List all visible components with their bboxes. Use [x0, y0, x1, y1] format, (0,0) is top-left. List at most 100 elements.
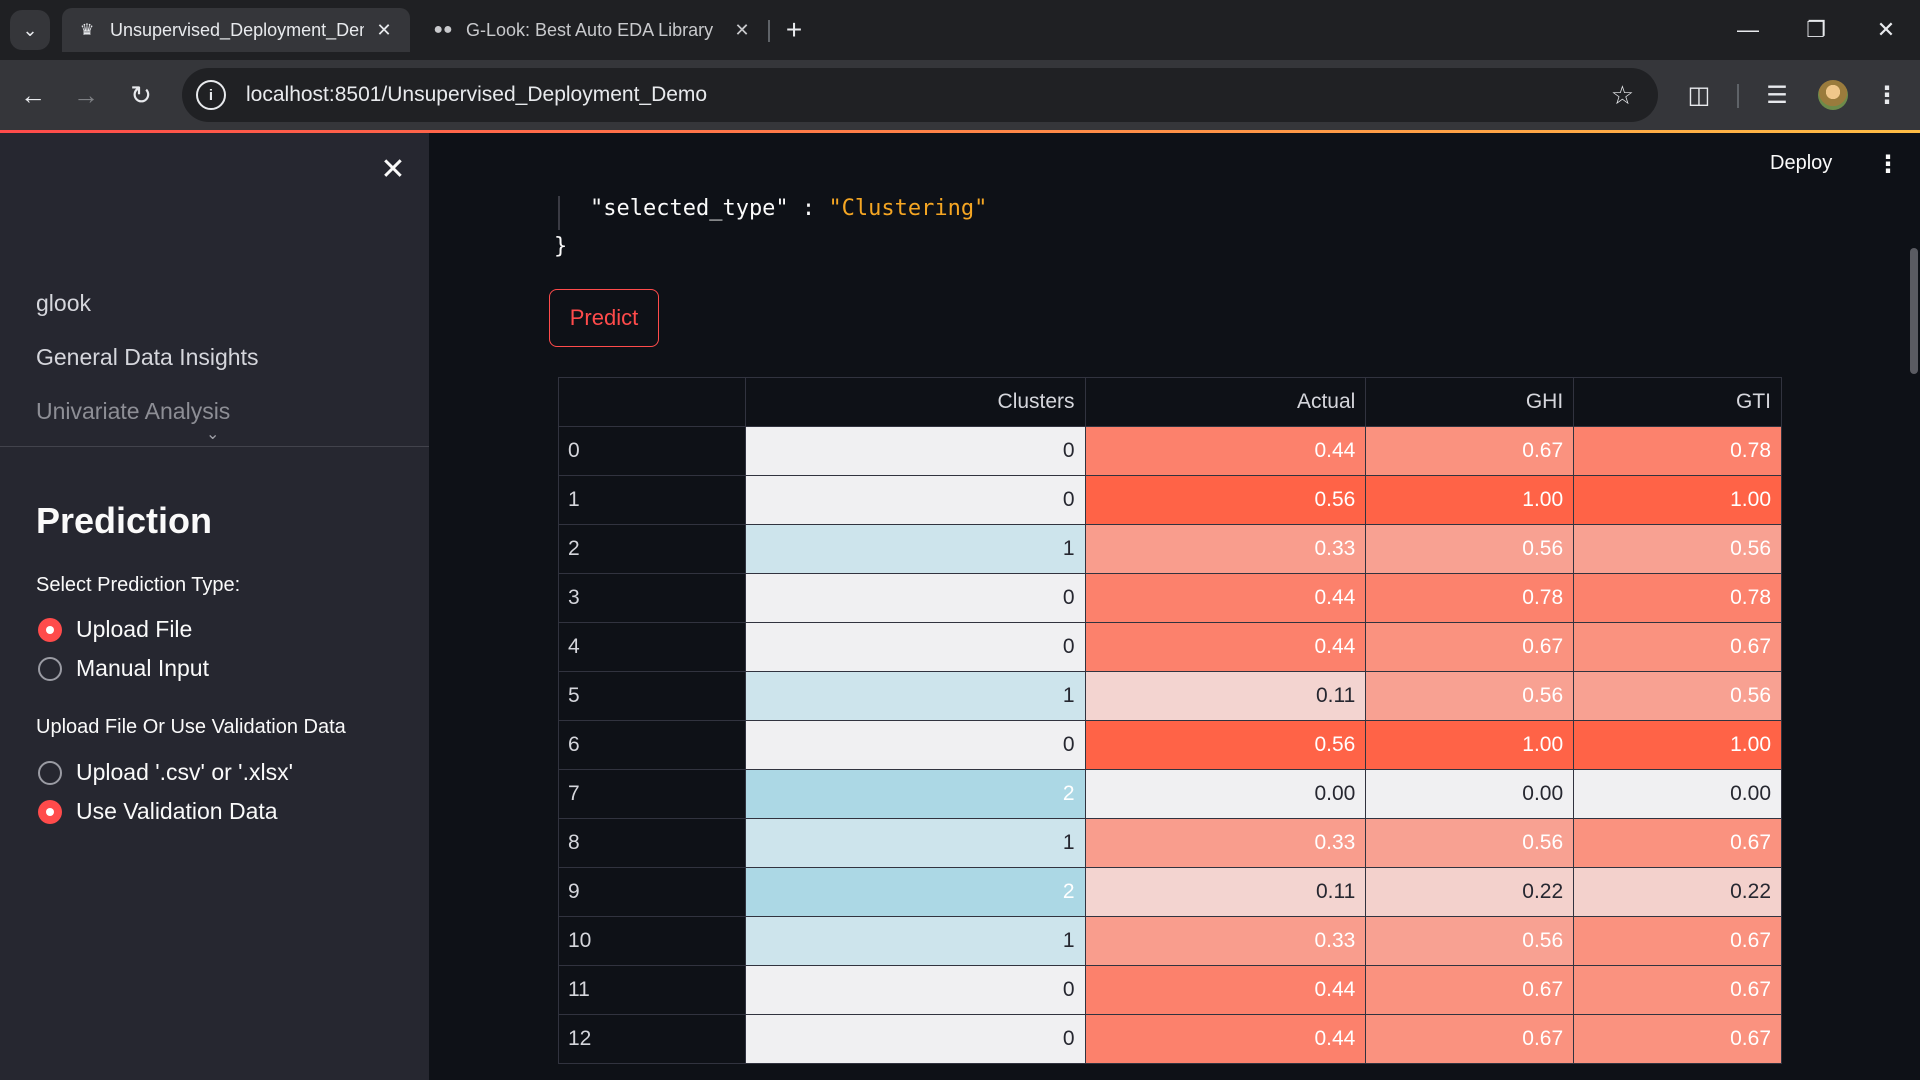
predict-button[interactable]: Predict — [549, 289, 659, 347]
cell-clusters: 1 — [744, 524, 1086, 574]
radio-use-validation-data[interactable]: Use Validation Data — [38, 798, 278, 825]
url-text[interactable]: localhost:8501/Unsupervised_Deployment_D… — [246, 83, 707, 107]
tab-search-button[interactable]: ⌄ — [10, 10, 50, 50]
header-actual[interactable]: Actual — [1084, 377, 1367, 427]
sidebar-nav-glook[interactable]: glook — [36, 290, 91, 317]
page-scrollbar[interactable] — [1910, 248, 1918, 374]
sidebar-nav-general-data-insights[interactable]: General Data Insights — [36, 344, 258, 371]
cell-index: 10 — [558, 916, 746, 966]
json-key: "selected_type" — [590, 196, 789, 221]
cell-actual: 0.33 — [1084, 524, 1367, 574]
minimize-icon[interactable]: — — [1714, 0, 1782, 60]
cell-index: 2 — [558, 524, 746, 574]
chevron-down-icon[interactable]: ⌄ — [206, 424, 219, 444]
radio-unselected-icon[interactable] — [38, 760, 62, 785]
cell-index: 12 — [558, 1014, 746, 1064]
cell-actual: 0.33 — [1084, 818, 1367, 868]
header-ghi[interactable]: GHI — [1365, 377, 1575, 427]
sidebar-heading: Prediction — [36, 500, 213, 541]
restore-icon[interactable]: ❐ — [1782, 0, 1850, 60]
table-row: 7 2 0.00 0.00 0.00 — [558, 769, 1782, 819]
cell-actual: 0.33 — [1084, 916, 1367, 966]
cell-index: 1 — [558, 475, 746, 525]
main-menu-icon[interactable]: ⋮ — [1876, 150, 1900, 179]
radio-label: Upload File — [76, 616, 193, 642]
cell-clusters: 1 — [744, 916, 1086, 966]
radio-label: Upload '.csv' or '.xlsx' — [76, 759, 293, 785]
table-row: 3 0 0.44 0.78 0.78 — [558, 573, 1782, 623]
cell-index: 6 — [558, 720, 746, 770]
cell-clusters: 0 — [744, 965, 1086, 1015]
cell-ghi: 0.56 — [1365, 524, 1575, 574]
radio-upload-file[interactable]: Upload File — [38, 616, 192, 643]
bookmark-star-icon[interactable]: ☆ — [1611, 80, 1634, 111]
cell-gti: 0.67 — [1573, 965, 1782, 1015]
table-header-row: Clusters Actual GHI GTI — [558, 377, 1782, 427]
close-tab-icon[interactable]: ✕ — [730, 20, 754, 41]
close-tab-icon[interactable]: ✕ — [372, 20, 396, 41]
cell-clusters: 2 — [744, 867, 1086, 917]
cell-index: 3 — [558, 573, 746, 623]
cell-gti: 0.67 — [1573, 622, 1782, 672]
table-row: 4 0 0.44 0.67 0.67 — [558, 622, 1782, 672]
cell-gti: 0.22 — [1573, 867, 1782, 917]
tab-title: G-Look: Best Auto EDA Library — [466, 19, 714, 40]
streamlit-crown-icon: ♛ — [79, 22, 95, 39]
forward-icon[interactable]: → — [65, 74, 107, 116]
cell-gti: 0.78 — [1573, 573, 1782, 623]
table-row: 0 0 0.44 0.67 0.78 — [558, 426, 1782, 476]
cell-clusters: 0 — [744, 1014, 1086, 1064]
extensions-icon[interactable]: ◫ — [1678, 74, 1720, 116]
header-clusters[interactable]: Clusters — [744, 377, 1086, 427]
browser-menu-icon[interactable]: ⋮ — [1866, 74, 1908, 116]
cell-clusters: 0 — [744, 475, 1086, 525]
table-row: 10 1 0.33 0.56 0.67 — [558, 916, 1782, 966]
cell-clusters: 0 — [744, 622, 1086, 672]
cell-clusters: 0 — [744, 573, 1086, 623]
cell-index: 9 — [558, 867, 746, 917]
radio-manual-input[interactable]: Manual Input — [38, 655, 209, 682]
cell-actual: 0.56 — [1084, 475, 1367, 525]
json-closing-brace: } — [554, 234, 568, 259]
header-index[interactable] — [558, 377, 746, 427]
cell-actual: 0.11 — [1084, 671, 1367, 721]
radio-selected-icon[interactable] — [38, 799, 62, 824]
radio-upload-csv[interactable]: Upload '.csv' or '.xlsx' — [38, 759, 293, 786]
new-tab-button[interactable]: + — [776, 12, 812, 48]
media-control-icon[interactable]: ☰ — [1756, 74, 1798, 116]
deploy-button[interactable]: Deploy — [1770, 152, 1832, 175]
sidebar-nav-univariate-analysis[interactable]: Univariate Analysis — [36, 398, 230, 425]
cell-actual: 0.44 — [1084, 426, 1367, 476]
table-row: 5 1 0.11 0.56 0.56 — [558, 671, 1782, 721]
site-info-icon[interactable]: i — [196, 80, 226, 110]
cell-clusters: 1 — [744, 671, 1086, 721]
radio-unselected-icon[interactable] — [38, 656, 62, 681]
table-row: 12 0 0.44 0.67 0.67 — [558, 1014, 1782, 1064]
json-line: "selected_type" : "Clustering" — [590, 196, 987, 221]
cell-gti: 0.00 — [1573, 769, 1782, 819]
cell-gti: 0.67 — [1573, 916, 1782, 966]
cell-ghi: 0.22 — [1365, 867, 1575, 917]
json-value: "Clustering" — [828, 196, 988, 221]
back-icon[interactable]: ← — [12, 74, 54, 116]
reload-icon[interactable]: ↻ — [120, 74, 162, 116]
cell-actual: 0.11 — [1084, 867, 1367, 917]
upload-label: Upload File Or Use Validation Data — [36, 716, 346, 738]
address-bar[interactable]: i localhost:8501/Unsupervised_Deployment… — [182, 68, 1658, 122]
close-sidebar-icon[interactable]: ✕ — [374, 150, 412, 188]
cell-ghi: 0.67 — [1365, 622, 1575, 672]
tab-inactive[interactable]: ●● G-Look: Best Auto EDA Library ✕ — [418, 8, 768, 52]
table-row: 11 0 0.44 0.67 0.67 — [558, 965, 1782, 1015]
window-close-icon[interactable]: ✕ — [1852, 0, 1920, 60]
profile-avatar[interactable] — [1818, 80, 1848, 110]
cell-ghi: 0.78 — [1365, 573, 1575, 623]
header-gti[interactable]: GTI — [1573, 377, 1782, 427]
tab-active[interactable]: ♛ Unsupervised_Deployment_Demo ✕ — [62, 8, 410, 52]
radio-selected-icon[interactable] — [38, 617, 62, 642]
cell-index: 11 — [558, 965, 746, 1015]
cell-ghi: 1.00 — [1365, 475, 1575, 525]
cell-actual: 0.44 — [1084, 622, 1367, 672]
tab-separator — [768, 20, 770, 42]
cell-index: 5 — [558, 671, 746, 721]
browser-tab-strip: ⌄ ♛ Unsupervised_Deployment_Demo ✕ ●● G-… — [0, 0, 1920, 60]
